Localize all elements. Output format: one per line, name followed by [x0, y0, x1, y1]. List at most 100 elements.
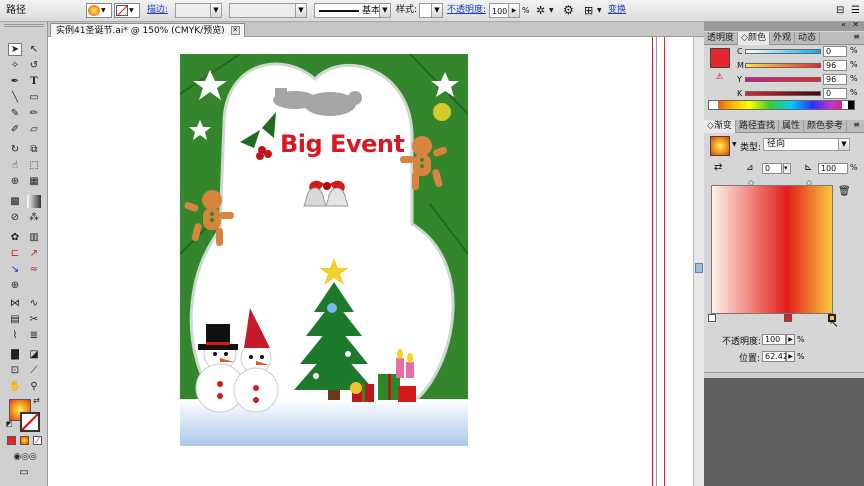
gradient-preview-swatch[interactable]: [710, 136, 730, 156]
magic-wand-tool-icon[interactable]: ✧: [8, 59, 22, 72]
options-icon[interactable]: ☰: [851, 3, 860, 18]
align-icon[interactable]: ⊞: [584, 3, 593, 18]
mesh-warp-tool-icon[interactable]: ◪: [27, 348, 41, 361]
measure-tool-icon[interactable]: ⟋: [27, 364, 41, 377]
width-tool-icon[interactable]: ⋈: [8, 297, 22, 310]
input-m[interactable]: 96: [823, 60, 847, 71]
eyedropper-tool-icon[interactable]: ⊘: [8, 211, 22, 224]
close-icon[interactable]: ✕: [230, 26, 240, 35]
type-tool-icon[interactable]: T: [27, 75, 41, 88]
direct-selection-tool-icon[interactable]: ↖: [27, 43, 41, 56]
opacity-input[interactable]: 100 ▶: [489, 3, 520, 18]
angle-input[interactable]: 0: [762, 163, 782, 174]
tab-attributes[interactable]: 属性: [779, 120, 804, 133]
scroll-thumb[interactable]: [695, 263, 703, 273]
rectangle-tool-icon[interactable]: ▭: [27, 91, 41, 104]
variable-width-dropdown[interactable]: ▼: [229, 3, 307, 18]
tab-actions[interactable]: 动态: [795, 32, 820, 45]
zoom-tool-icon[interactable]: ⚲: [27, 380, 41, 393]
rotate-tool-icon[interactable]: ↻: [8, 143, 22, 156]
vertical-scrollbar[interactable]: [693, 37, 704, 486]
free-transform-tool-icon[interactable]: ⬚: [27, 159, 41, 172]
tab-color-guide[interactable]: 颜色参考: [804, 120, 847, 133]
menu-icon[interactable]: ⊟: [836, 3, 844, 18]
aspect-ratio-input[interactable]: 100: [818, 163, 848, 174]
stroke-color-swatch[interactable]: [20, 412, 40, 432]
tab-gradient[interactable]: ◇渐变: [704, 120, 736, 133]
symbol-sprayer-tool-icon[interactable]: ✿: [8, 231, 22, 244]
column-graph-tool-icon[interactable]: ▥: [27, 231, 41, 244]
wave-tool-icon[interactable]: ≈: [27, 263, 41, 276]
slider-c[interactable]: [745, 49, 821, 54]
eraser-tool-icon[interactable]: ▱: [27, 123, 41, 136]
shape-builder-tool-icon[interactable]: ⊕: [8, 175, 22, 188]
gear-icon[interactable]: ⚙: [563, 3, 574, 18]
artboard-tool-icon[interactable]: ⊏: [8, 247, 22, 260]
input-c[interactable]: 0: [823, 46, 847, 57]
none-mode-icon[interactable]: ⁄: [33, 436, 42, 445]
tab-pathfinder[interactable]: 路径查找: [736, 120, 779, 133]
slider-k[interactable]: [745, 91, 821, 96]
stop-opacity-input[interactable]: 100: [762, 334, 786, 345]
reverse-gradient-icon[interactable]: ⇄: [714, 162, 722, 173]
lasso-tool-icon[interactable]: ↺: [27, 59, 41, 72]
blend-tool-icon[interactable]: ⁂: [27, 211, 41, 224]
collapse-icon[interactable]: «: [841, 20, 846, 29]
gradient-tool-icon[interactable]: [27, 195, 41, 208]
chevron-down-icon[interactable]: ▼: [549, 3, 554, 18]
chevron-down-icon[interactable]: ▼: [732, 141, 737, 148]
stroke-link[interactable]: 描边:: [147, 3, 168, 18]
tab-transparency[interactable]: 透明度: [704, 32, 739, 45]
stroke-weight-field[interactable]: ▼: [175, 3, 222, 18]
pen-tool-icon[interactable]: ✒: [8, 75, 22, 88]
graph-data-tool-icon[interactable]: ▤: [8, 313, 22, 326]
slider-m[interactable]: [745, 63, 821, 68]
paintbrush-tool-icon[interactable]: ✎: [8, 107, 22, 120]
opacity-link[interactable]: 不透明度:: [447, 3, 486, 18]
scissors-tool-icon[interactable]: ✂: [27, 313, 41, 326]
black-white-icon[interactable]: [842, 101, 854, 109]
selection-tool-icon[interactable]: ➤: [8, 43, 22, 56]
stroke-swatch-button[interactable]: ▼: [114, 3, 140, 18]
document-tab[interactable]: 实例41圣诞节.ai* @ 150% (CMYK/预览) ✕: [50, 23, 245, 37]
gradient-stop-middle[interactable]: [784, 314, 792, 322]
default-colors-icon[interactable]: ◩: [5, 420, 13, 428]
gradient-mode-icon[interactable]: [20, 436, 29, 445]
list-tool-icon[interactable]: ≣: [27, 329, 41, 342]
line-tool-icon[interactable]: ╲: [8, 91, 22, 104]
perspective-grid-tool-icon[interactable]: ▦: [27, 175, 41, 188]
draw-mode-icon[interactable]: ◉◎◎: [7, 451, 43, 462]
panel-menu-icon[interactable]: ≡: [853, 32, 860, 41]
gradient-type-dropdown[interactable]: 径向 ▼: [763, 138, 850, 151]
chart-line-tool-icon[interactable]: ⌇: [8, 329, 22, 342]
none-color-icon[interactable]: [709, 101, 719, 109]
knife-tool-icon[interactable]: ↘: [8, 263, 22, 276]
tab-appearance[interactable]: 外观: [770, 32, 795, 45]
gradient-slider[interactable]: [711, 185, 833, 314]
bar-chart-tool-icon[interactable]: ▇: [8, 348, 22, 361]
brush-profile-dropdown[interactable]: 基本 ▼: [314, 3, 391, 18]
christmas-artwork[interactable]: Big Event: [180, 54, 468, 446]
transform-link[interactable]: 变换: [608, 3, 626, 18]
chevron-right-icon[interactable]: ▶: [786, 351, 795, 362]
pencil-tool-icon[interactable]: ✏: [27, 107, 41, 120]
chevron-down-icon[interactable]: ▾: [783, 163, 791, 174]
mesh-tool-icon[interactable]: ▩: [8, 195, 22, 208]
input-y[interactable]: 96: [823, 74, 847, 85]
panel-menu-icon[interactable]: ≡: [853, 120, 860, 129]
blob-brush-tool-icon[interactable]: ✐: [8, 123, 22, 136]
close-icon[interactable]: ✕: [852, 20, 859, 29]
stop-location-input[interactable]: 62.42: [762, 351, 788, 362]
crop-tool-icon[interactable]: ⊡: [8, 364, 22, 377]
hand-tool-icon[interactable]: ✋: [8, 380, 22, 393]
scale-tool-icon[interactable]: ⧉: [27, 143, 41, 156]
color-mode-icon[interactable]: [7, 436, 16, 445]
warp-tool-icon[interactable]: ☝: [8, 159, 22, 172]
swap-colors-icon[interactable]: ⇄: [32, 396, 41, 405]
globe-tool-icon[interactable]: ⊕: [8, 279, 22, 292]
fill-swatch-button[interactable]: ▼: [86, 3, 112, 18]
gradient-stop-left[interactable]: [708, 314, 716, 322]
tab-color[interactable]: ◇颜色: [738, 32, 770, 45]
color-spectrum-bar[interactable]: [708, 100, 855, 110]
warp-wave-tool-icon[interactable]: ∿: [27, 297, 41, 310]
